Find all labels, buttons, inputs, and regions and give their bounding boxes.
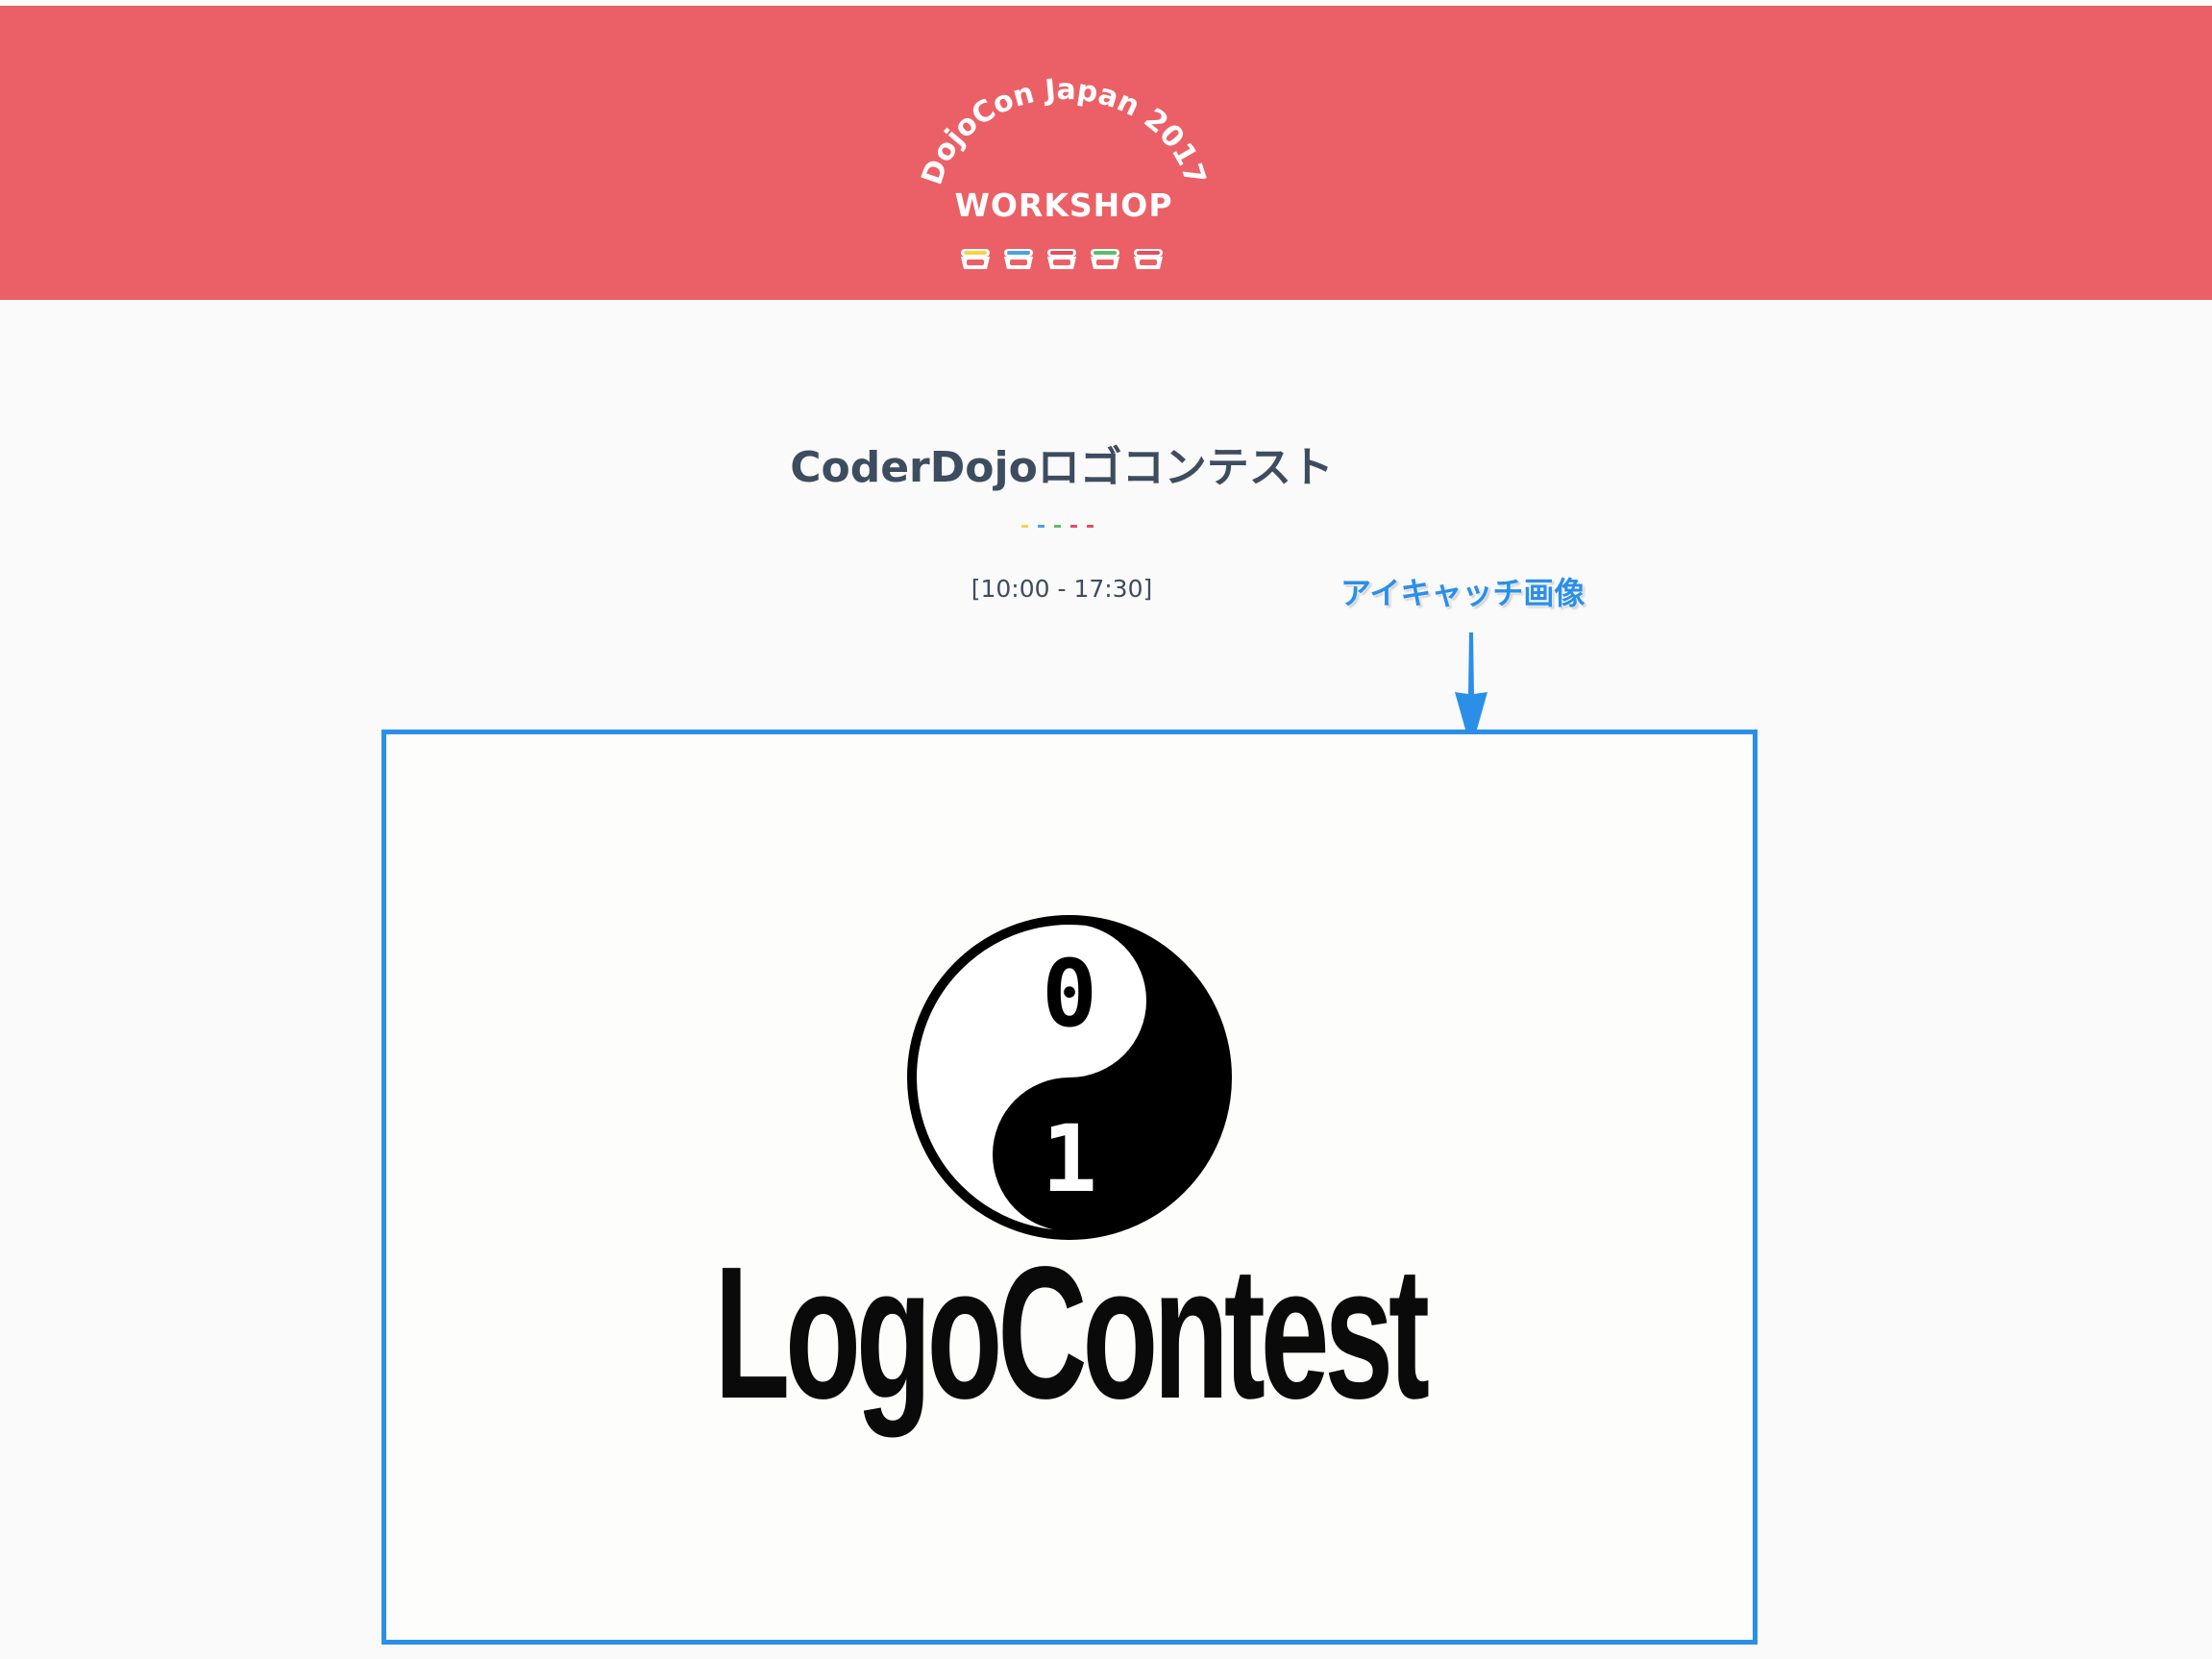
divider-dot	[1070, 525, 1077, 528]
logo-wordmark: LogoContest	[714, 1227, 1430, 1438]
title-divider	[1021, 525, 1094, 529]
post-time: [10:00 - 17:30]	[971, 575, 1153, 603]
bowl-icon	[1047, 249, 1076, 269]
bowl-icon	[961, 249, 990, 269]
bowl-icons	[958, 244, 1169, 275]
page: DojoCon Japan 2017 WORKSHOP CoderDojoロゴコ…	[0, 0, 2212, 1659]
site-header: DojoCon Japan 2017 WORKSHOP	[0, 6, 2212, 300]
event-name-arc: DojoCon Japan 2017	[916, 73, 1213, 188]
event-name: DojoCon Japan 2017	[916, 73, 1213, 188]
logo-digit-zero: 0	[1042, 940, 1097, 1048]
divider-dot	[1087, 525, 1094, 528]
divider-dot	[1021, 525, 1028, 528]
eyecatch-image[interactable]: 0 1 LogoContest	[381, 730, 1757, 1645]
svg-text:DojoCon Japan 2017: DojoCon Japan 2017	[916, 73, 1213, 188]
site-logo[interactable]: DojoCon Japan 2017 WORKSHOP	[914, 44, 1214, 269]
post-title: CoderDojoロゴコンテスト	[790, 443, 1334, 492]
divider-dot	[1038, 525, 1045, 528]
category-label: WORKSHOP	[954, 186, 1173, 224]
yin-yang-logo-icon: 0 1	[907, 915, 1232, 1240]
bowl-icon	[1004, 249, 1033, 269]
logo-digit-one: 1	[1042, 1105, 1097, 1213]
bowl-icon	[1134, 249, 1163, 269]
bowl-icon	[1091, 249, 1119, 269]
divider-dot	[1054, 525, 1061, 528]
annotation-label: アイキャッチ画像	[1340, 575, 1585, 611]
